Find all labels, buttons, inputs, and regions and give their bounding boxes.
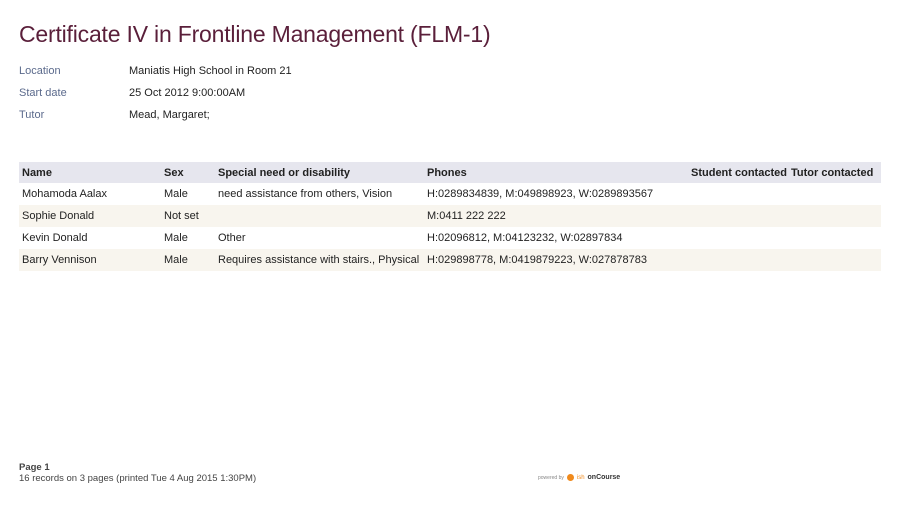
ish-logo-icon <box>566 474 574 481</box>
cell-student-contacted <box>688 183 788 205</box>
tutor-value: Mead, Margaret; <box>129 109 210 121</box>
header-special-need: Special need or disability <box>215 162 424 183</box>
cell-tutor-contacted <box>788 249 881 271</box>
page-label: Page <box>19 462 42 473</box>
header-tutor-contacted: Tutor contacted <box>788 162 881 183</box>
cell-student-contacted <box>688 227 788 249</box>
start-date-value: 25 Oct 2012 9:00:00AM <box>129 87 246 99</box>
table-row: Barry Vennison Male Requires assistance … <box>19 249 881 271</box>
cell-phones: H:029898778, M:0419879223, W:027878783 <box>424 249 688 271</box>
cell-sex: Not set <box>161 205 215 227</box>
page-number: 1 <box>44 462 50 473</box>
location-value: Maniatis High School in Room 21 <box>129 65 292 77</box>
cell-sex: Male <box>164 188 188 200</box>
cell-tutor-contacted <box>788 227 881 249</box>
page-indicator: Page 1 <box>19 462 256 473</box>
oncourse-brand: onCourse <box>587 474 621 481</box>
cell-special-need: need assistance from others, Vision <box>218 188 393 200</box>
ish-label: ish <box>576 474 585 481</box>
table-header-row: Name Sex Special need or disability Phon… <box>19 162 881 183</box>
cell-tutor-contacted <box>788 183 881 205</box>
tutor-label: Tutor <box>19 109 45 121</box>
cell-name: Barry Vennison <box>19 249 161 271</box>
class-details: Location Maniatis High School in Room 21… <box>19 64 292 130</box>
page-footer: Page 1 16 records on 3 pages (printed Tu… <box>19 462 256 484</box>
student-table: Name Sex Special need or disability Phon… <box>19 162 881 271</box>
header-phones: Phones <box>424 162 688 183</box>
cell-name: Mohamoda Aalax <box>22 188 107 200</box>
cell-tutor-contacted <box>788 205 881 227</box>
header-sex: Sex <box>161 162 215 183</box>
location-label: Location <box>19 65 61 77</box>
cell-special-need <box>215 205 424 227</box>
cell-special-need: Other <box>218 232 246 244</box>
cell-sex: Male <box>161 249 215 271</box>
cell-name: Kevin Donald <box>22 232 88 244</box>
location-row: Location Maniatis High School in Room 21 <box>19 64 292 86</box>
table-row: Sophie Donald Not set M:0411 222 222 <box>19 205 881 227</box>
records-summary: 16 records on 3 pages (printed Tue 4 Aug… <box>19 473 257 484</box>
cell-phones: M:0411 222 222 <box>424 205 688 227</box>
cell-student-contacted <box>688 205 788 227</box>
table-row: Mohamoda Aalax Male need assistance from… <box>19 183 881 205</box>
table-row: Kevin Donald Male Other H:02096812, M:04… <box>19 227 881 249</box>
cell-special-need: Requires assistance with stairs., Physic… <box>215 249 424 271</box>
cell-student-contacted <box>688 249 788 271</box>
tutor-row: Tutor Mead, Margaret; <box>19 108 292 130</box>
page-title: Certificate IV in Frontline Management (… <box>19 21 491 47</box>
powered-by-label: powered by <box>538 474 564 481</box>
powered-by-badge: powered by ish onCourse <box>538 474 620 481</box>
cell-sex: Male <box>164 232 188 244</box>
cell-phones: H:02096812, M:04123232, W:02897834 <box>427 232 623 244</box>
header-name: Name <box>19 162 161 183</box>
cell-name: Sophie Donald <box>19 205 161 227</box>
start-date-row: Start date 25 Oct 2012 9:00:00AM <box>19 86 292 108</box>
start-date-label: Start date <box>19 87 67 99</box>
header-student-contacted: Student contacted <box>688 162 788 183</box>
cell-phones: H:0289834839, M:049898923, W:0289893567 <box>427 188 654 200</box>
